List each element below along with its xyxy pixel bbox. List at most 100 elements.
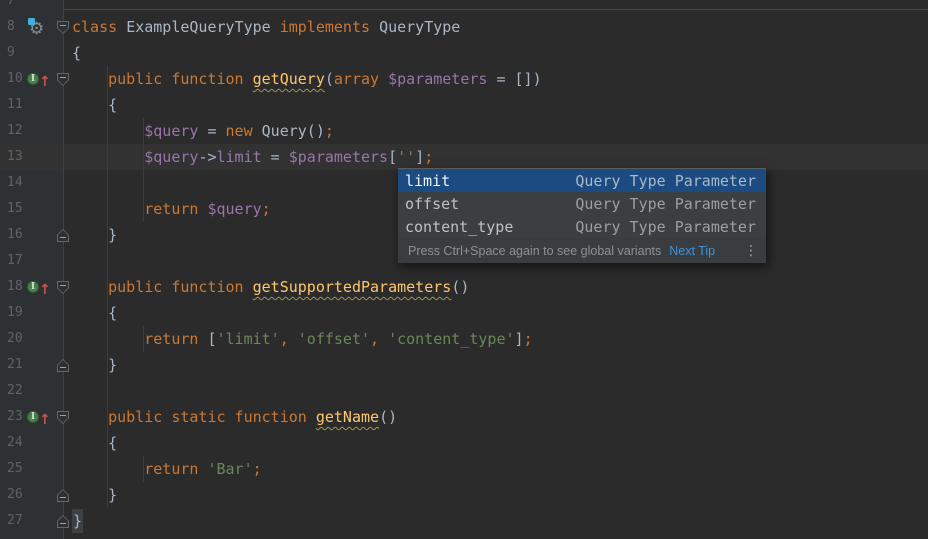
code-token: Query() bbox=[262, 122, 325, 140]
fold-end-icon[interactable] bbox=[57, 359, 69, 372]
line-number[interactable]: 20 bbox=[7, 326, 37, 352]
code-line: 22 bbox=[0, 378, 928, 404]
implement-icon[interactable]: I↑ bbox=[27, 72, 49, 88]
code-token: { bbox=[72, 434, 117, 452]
code-token: $query bbox=[144, 122, 198, 140]
code-token: class bbox=[72, 18, 126, 36]
line-number[interactable]: 26 bbox=[7, 482, 37, 508]
code-token: ; bbox=[262, 200, 271, 218]
code-token: ExampleQueryType bbox=[126, 18, 280, 36]
code-token bbox=[72, 70, 108, 88]
implement-icon[interactable]: I↑ bbox=[27, 410, 49, 426]
fold-collapse-icon[interactable] bbox=[57, 73, 69, 86]
fold-collapse-icon[interactable] bbox=[57, 281, 69, 294]
fold-end-icon[interactable] bbox=[57, 515, 69, 528]
code-editor[interactable]: 78⚙class ExampleQueryType implements Que… bbox=[0, 0, 928, 539]
code-line: 23I↑ public static function getName() bbox=[0, 404, 928, 430]
implement-circle: I bbox=[27, 281, 39, 293]
completion-hint-bar: Press Ctrl+Space again to see global var… bbox=[398, 238, 766, 263]
code-token bbox=[72, 148, 144, 166]
line-number[interactable]: 16 bbox=[7, 222, 37, 248]
code-line: 20 return ['limit', 'offset', 'content_t… bbox=[0, 326, 928, 352]
code-line: 18I↑ public function getSupportedParamet… bbox=[0, 274, 928, 300]
line-number[interactable]: 13 bbox=[7, 144, 37, 170]
code-token: = bbox=[198, 122, 225, 140]
code-token bbox=[72, 200, 144, 218]
code-line-text[interactable]: } bbox=[72, 352, 117, 378]
next-tip-link[interactable]: Next Tip bbox=[669, 244, 715, 258]
code-token bbox=[289, 330, 298, 348]
code-token: 'content_type' bbox=[388, 330, 514, 348]
line-number[interactable]: 21 bbox=[7, 352, 37, 378]
code-line-text[interactable]: $query->limit = $parameters['']; bbox=[72, 144, 433, 170]
code-line: 26 } bbox=[0, 482, 928, 508]
fold-collapse-icon[interactable] bbox=[57, 21, 69, 34]
line-number[interactable]: 25 bbox=[7, 456, 37, 482]
code-line-text[interactable]: class ExampleQueryType implements QueryT… bbox=[72, 14, 460, 40]
code-token: [ bbox=[207, 330, 216, 348]
code-token: return bbox=[144, 460, 207, 478]
line-number[interactable]: 7 bbox=[7, 0, 37, 14]
gear-blue-dot bbox=[28, 18, 35, 25]
code-token: getName bbox=[316, 408, 379, 426]
line-number[interactable]: 19 bbox=[7, 300, 37, 326]
completion-item-offset[interactable]: offsetQuery Type Parameter bbox=[398, 192, 766, 215]
fold-end-icon[interactable] bbox=[57, 489, 69, 502]
code-token: array bbox=[334, 70, 379, 88]
code-completion-popup: limitQuery Type ParameteroffsetQuery Typ… bbox=[398, 168, 766, 263]
implement-circle: I bbox=[27, 73, 39, 85]
code-token: $parameters bbox=[289, 148, 388, 166]
code-line: 25 return 'Bar'; bbox=[0, 456, 928, 482]
line-number[interactable]: 14 bbox=[7, 170, 37, 196]
code-token bbox=[72, 460, 144, 478]
code-line: 10I↑ public function getQuery(array $par… bbox=[0, 66, 928, 92]
line-number[interactable]: 15 bbox=[7, 196, 37, 222]
code-token: getSupportedParameters bbox=[253, 278, 452, 296]
code-line-text[interactable]: } bbox=[72, 222, 117, 248]
gear-icon[interactable]: ⚙ bbox=[28, 17, 48, 37]
code-line-text[interactable]: return ['limit', 'offset', 'content_type… bbox=[72, 326, 533, 352]
completion-hint-text: Press Ctrl+Space again to see global var… bbox=[408, 244, 661, 258]
completion-item-content_type[interactable]: content_typeQuery Type Parameter bbox=[398, 215, 766, 238]
line-number[interactable]: 27 bbox=[7, 508, 37, 534]
code-line-text[interactable]: { bbox=[72, 300, 117, 326]
code-line: 11 { bbox=[0, 92, 928, 118]
code-line-text[interactable]: { bbox=[72, 430, 117, 456]
code-line-text[interactable]: { bbox=[72, 40, 81, 66]
code-line-text[interactable]: public function getQuery(array $paramete… bbox=[72, 66, 542, 92]
line-number[interactable]: 24 bbox=[7, 430, 37, 456]
code-token: public static function bbox=[108, 408, 316, 426]
line-number[interactable]: 12 bbox=[7, 118, 37, 144]
code-token: } bbox=[72, 226, 117, 244]
completion-item-limit[interactable]: limitQuery Type Parameter bbox=[398, 169, 766, 192]
code-line-text[interactable]: $query = new Query(); bbox=[72, 118, 334, 144]
completion-item-label: limit bbox=[405, 172, 450, 190]
implement-icon[interactable]: I↑ bbox=[27, 280, 49, 296]
code-token bbox=[72, 330, 144, 348]
completion-item-type: Query Type Parameter bbox=[575, 195, 756, 213]
fold-collapse-icon[interactable] bbox=[57, 411, 69, 424]
code-token: $query bbox=[207, 200, 261, 218]
line-number[interactable]: 11 bbox=[7, 92, 37, 118]
code-line-text[interactable]: } bbox=[72, 482, 117, 508]
code-line-text[interactable]: public function getSupportedParameters() bbox=[72, 274, 469, 300]
code-line-text[interactable]: { bbox=[72, 92, 117, 118]
kebab-menu-icon[interactable]: ⋮ bbox=[744, 243, 758, 259]
code-token: limit bbox=[217, 148, 262, 166]
code-line-text[interactable]: public static function getName() bbox=[72, 404, 397, 430]
code-token: return bbox=[144, 200, 207, 218]
code-token: public function bbox=[108, 278, 253, 296]
line-number[interactable]: 9 bbox=[7, 40, 37, 66]
line-number[interactable]: 17 bbox=[7, 248, 37, 274]
line-number[interactable]: 22 bbox=[7, 378, 37, 404]
code-token: ; bbox=[524, 330, 533, 348]
code-token: ; bbox=[424, 148, 433, 166]
code-line-text[interactable]: } bbox=[72, 508, 83, 534]
code-token: , bbox=[280, 330, 289, 348]
code-line-text[interactable]: return $query; bbox=[72, 196, 271, 222]
code-token: 'offset' bbox=[298, 330, 370, 348]
code-line-text[interactable]: return 'Bar'; bbox=[72, 456, 262, 482]
code-token: ( bbox=[325, 70, 334, 88]
fold-end-icon[interactable] bbox=[57, 229, 69, 242]
code-token: $parameters bbox=[388, 70, 487, 88]
